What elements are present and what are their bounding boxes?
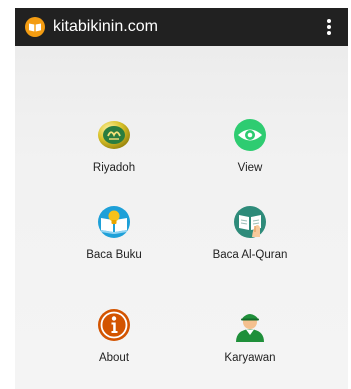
eye-icon (233, 118, 267, 152)
menu-item-about[interactable]: About (60, 308, 168, 374)
open-book-lightbulb-icon (97, 205, 131, 239)
app-title: kitabikinin.com (53, 18, 158, 35)
more-vert-icon[interactable] (318, 16, 340, 38)
menu-item-riyadoh[interactable]: Riyadoh (60, 118, 168, 184)
app-screen: kitabikinin.com Riyadoh View Baca Buku B… (0, 0, 351, 389)
menu-grid: Riyadoh View Baca Buku Baca Al-Quran Abo… (15, 46, 348, 389)
menu-item-label: Baca Al-Quran (212, 249, 288, 261)
menu-item-label: About (98, 352, 130, 364)
employee-icon (233, 308, 267, 342)
menu-item-label: Riyadoh (92, 162, 136, 174)
open-book-icon (25, 17, 45, 37)
menu-item-baca-buku[interactable]: Baca Buku (60, 205, 168, 271)
menu-item-baca-al-quran[interactable]: Baca Al-Quran (196, 205, 304, 271)
menu-item-karyawan[interactable]: Karyawan (196, 308, 304, 374)
app-bar: kitabikinin.com (15, 8, 348, 46)
quran-disc-icon (97, 118, 131, 152)
menu-item-label: View (237, 162, 263, 174)
menu-item-label: Karyawan (224, 352, 276, 364)
quran-reader-icon (233, 205, 267, 239)
info-icon (97, 308, 131, 342)
menu-item-view[interactable]: View (196, 118, 304, 184)
menu-item-label: Baca Buku (86, 249, 142, 261)
